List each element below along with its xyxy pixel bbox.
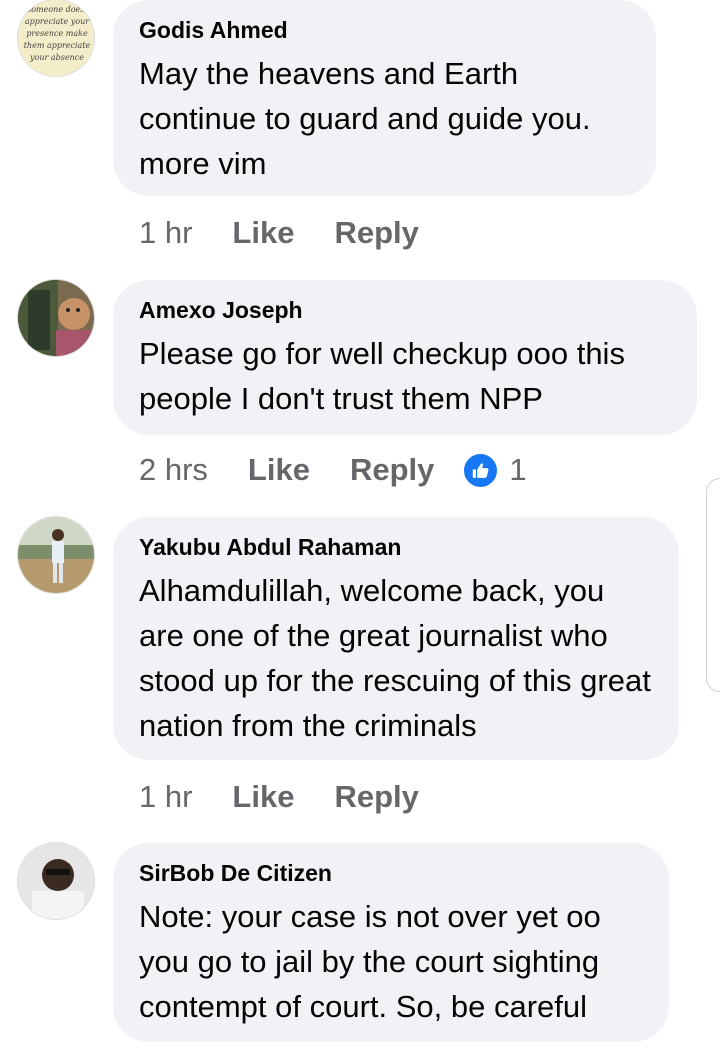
comment-bubble: Yakubu Abdul Rahaman Alhamdulillah, welc…	[113, 517, 679, 760]
reaction-count: 1	[509, 452, 527, 487]
avatar[interactable]: if someone doesn't appreciate your prese…	[17, 0, 95, 77]
side-handle[interactable]	[706, 478, 720, 692]
comment-author[interactable]: SirBob De Citizen	[139, 860, 643, 886]
comment-actions: 1 hr Like Reply	[139, 213, 459, 253]
comment-text: Alhamdulillah, welcome back, you are one…	[139, 573, 651, 743]
like-button[interactable]: Like	[232, 779, 294, 815]
comment-actions: 2 hrs Like Reply 1	[139, 450, 527, 490]
svg-text:appreciate your: appreciate your	[25, 17, 90, 26]
comment-bubble: SirBob De Citizen Note: your case is not…	[113, 843, 669, 1042]
reaction-summary[interactable]: 1	[462, 451, 527, 489]
comment-time[interactable]: 1 hr	[139, 779, 192, 815]
comment-actions: 1 hr Like Reply	[139, 777, 459, 817]
reply-button[interactable]: Reply	[334, 779, 418, 815]
avatar-quote-image: if someone doesn't appreciate your prese…	[18, 0, 95, 76]
comment-text: Please go for well checkup ooo this peop…	[139, 336, 625, 416]
like-button[interactable]: Like	[248, 452, 310, 488]
reply-button[interactable]: Reply	[350, 452, 434, 488]
comment-author[interactable]: Amexo Joseph	[139, 297, 671, 323]
comment-time[interactable]: 2 hrs	[139, 452, 208, 488]
comment-bubble: Amexo Joseph Please go for well checkup …	[113, 280, 697, 435]
comment-author[interactable]: Yakubu Abdul Rahaman	[139, 534, 653, 560]
avatar-photo-image	[18, 280, 94, 356]
avatar-photo-image	[18, 843, 94, 919]
comment-author[interactable]: Godis Ahmed	[139, 17, 630, 43]
svg-text:them appreciate: them appreciate	[24, 41, 91, 50]
comment-time[interactable]: 1 hr	[139, 215, 192, 251]
svg-text:if someone doesn't: if someone doesn't	[19, 5, 95, 14]
thumbs-up-icon	[462, 451, 500, 489]
comment-text: Note: your case is not over yet oo you g…	[139, 899, 601, 1024]
avatar[interactable]	[17, 842, 95, 920]
reply-button[interactable]: Reply	[334, 215, 418, 251]
svg-text:presence make: presence make	[26, 29, 88, 38]
svg-text:your absence: your absence	[29, 53, 84, 62]
avatar[interactable]	[17, 516, 95, 594]
avatar-photo-image	[18, 517, 94, 593]
comment-bubble: Godis Ahmed May the heavens and Earth co…	[113, 0, 656, 196]
comment-text: May the heavens and Earth continue to gu…	[139, 56, 591, 181]
avatar[interactable]	[17, 279, 95, 357]
like-button[interactable]: Like	[232, 215, 294, 251]
